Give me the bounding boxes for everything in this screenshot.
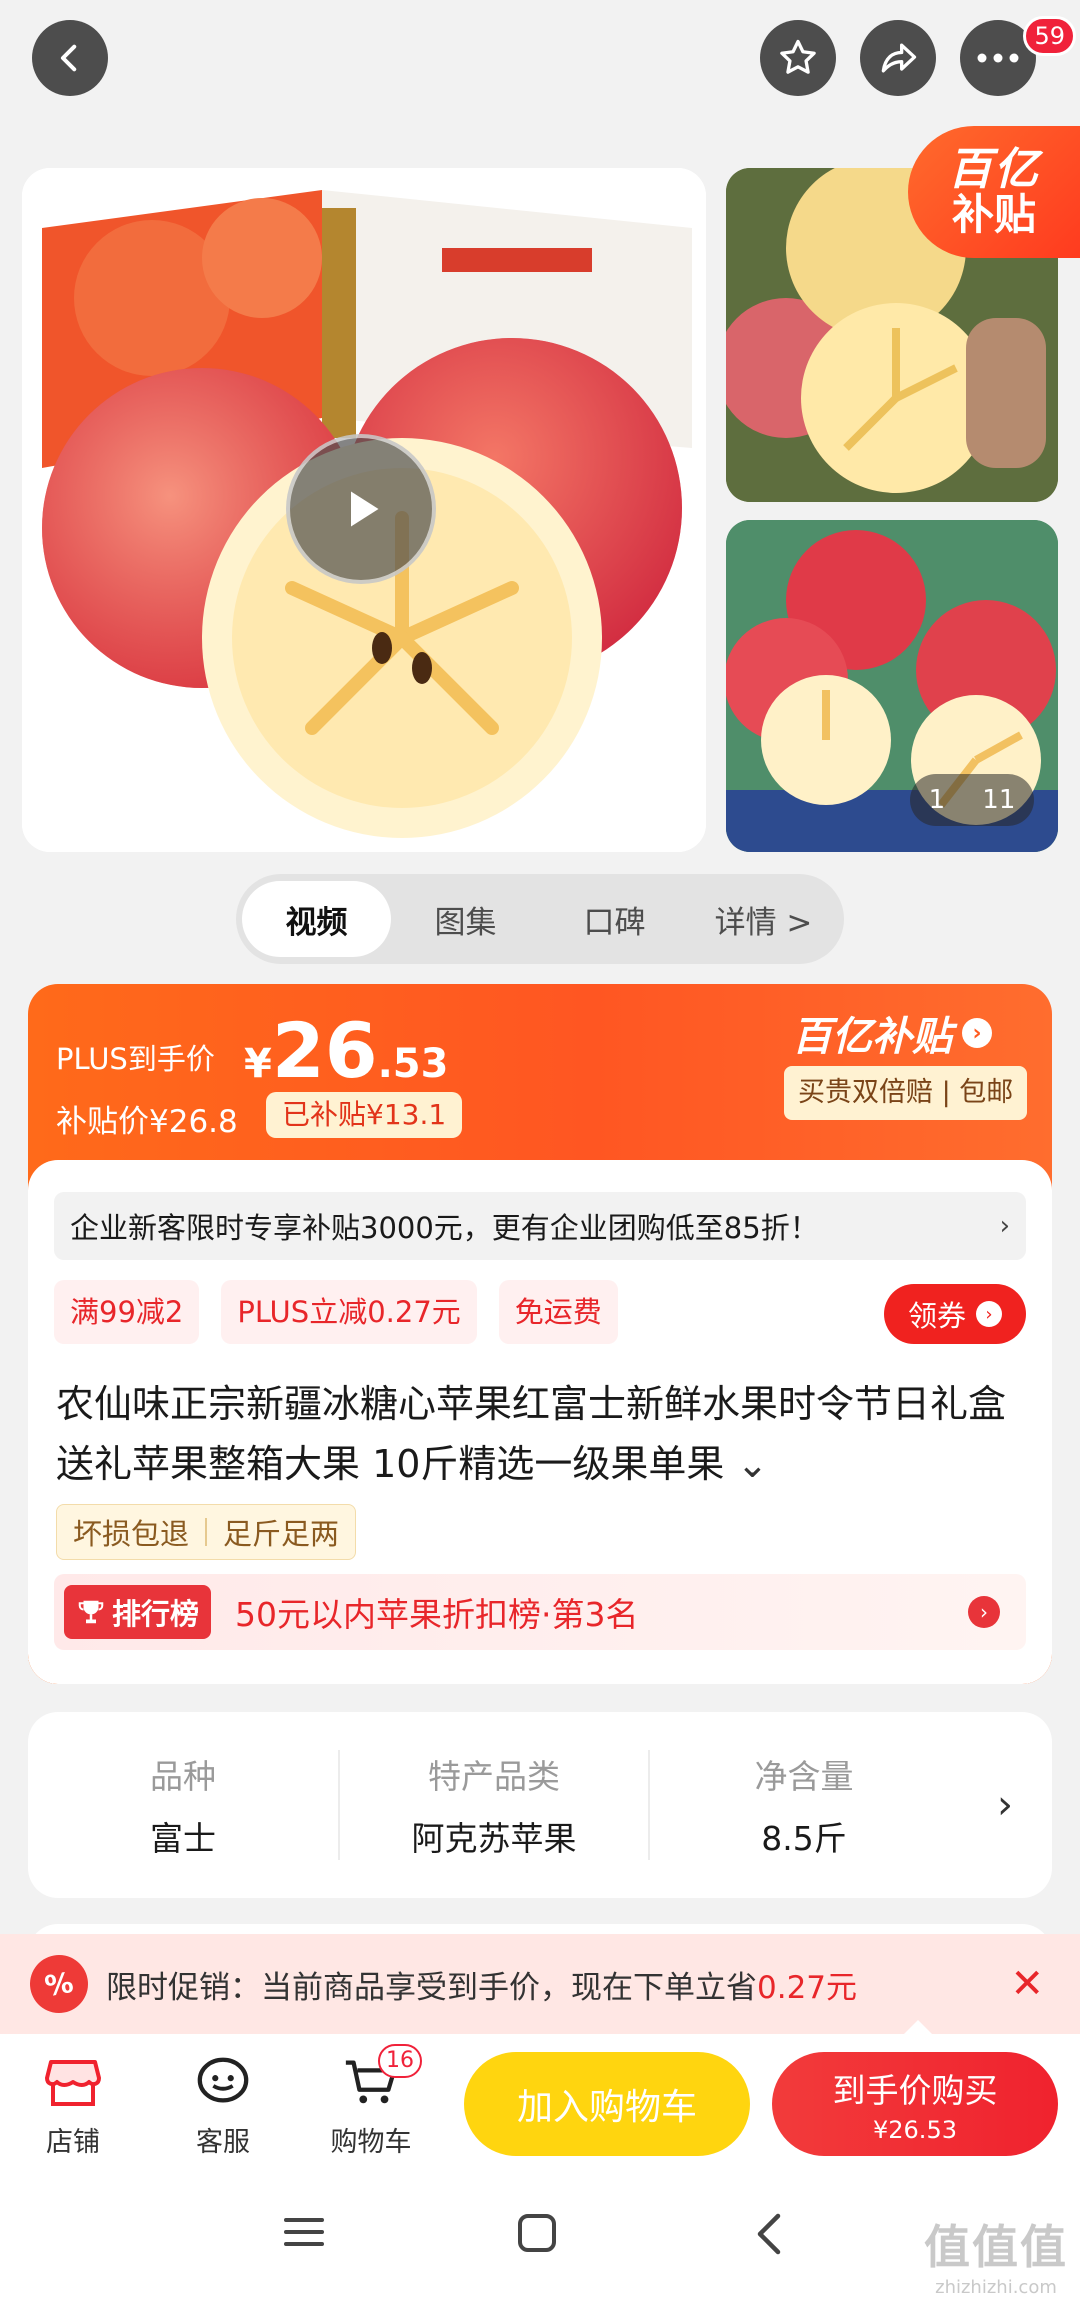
chevron-right-icon: › bbox=[999, 1211, 1010, 1241]
cart-button[interactable]: 购物车 16 bbox=[316, 2044, 426, 2159]
subsidy-corner-line1: 百亿 bbox=[948, 143, 1040, 195]
price-integer: 26 bbox=[271, 1006, 378, 1095]
bottom-action-bar: 店铺 客服 购物车 16 加入购物车 到手价购买 ¥26.53 bbox=[0, 2034, 1080, 2164]
price-decimal: .53 bbox=[377, 1041, 449, 1087]
spec-value: 8.5斤 bbox=[761, 1819, 847, 1858]
play-video-button[interactable] bbox=[286, 434, 436, 584]
notification-badge: 59 bbox=[1023, 16, 1076, 56]
subsidy-price: 补贴价¥26.8 bbox=[56, 1104, 238, 1140]
chevron-left-icon bbox=[60, 44, 77, 72]
service-full-weight: 足斤足两 bbox=[223, 1517, 340, 1551]
store-label: 店铺 bbox=[46, 2127, 100, 2158]
specs-card[interactable]: 品种 富士 特产品类 阿克苏苹果 净含量 8.5斤 › bbox=[28, 1712, 1052, 1898]
promotion-message: 限时促销：当前商品享受到手价，现在下单立省 bbox=[106, 1969, 757, 2006]
plus-price-label: PLUS到手价 bbox=[56, 1042, 215, 1076]
menu-icon[interactable] bbox=[282, 2212, 326, 2252]
product-title[interactable]: 农仙味正宗新疆冰糖心苹果红富士新鲜水果时令节日礼盒送礼苹果整箱大果 10斤精选一… bbox=[56, 1374, 1026, 1494]
billion-subsidy-logo: 百亿补贴 bbox=[792, 1014, 952, 1060]
buy-now-price: ¥26.53 bbox=[873, 2116, 957, 2144]
get-coupon-label: 领券 bbox=[907, 1299, 966, 1333]
tooltip-pointer bbox=[904, 2020, 932, 2034]
guarantee-badge: 买贵双倍赔 | 包邮 bbox=[784, 1066, 1028, 1120]
price-currency: ¥ bbox=[244, 1041, 272, 1087]
tab-details[interactable]: 详情 > bbox=[689, 881, 838, 957]
gallery-thumbnail-2[interactable]: 1 11 bbox=[726, 520, 1058, 852]
service-badges: 坏损包退 足斤足两 bbox=[56, 1504, 357, 1560]
spec-value: 阿克苏苹果 bbox=[411, 1819, 577, 1858]
store-icon bbox=[45, 2060, 101, 2106]
home-square-icon[interactable] bbox=[516, 2212, 558, 2254]
spec-category: 特产品类 阿克苏苹果 bbox=[338, 1750, 648, 1860]
trophy-icon bbox=[78, 1600, 104, 1624]
more-dots-icon bbox=[977, 53, 1019, 63]
add-to-cart-button[interactable]: 加入购物车 bbox=[464, 2052, 750, 2156]
cart-count-badge: 16 bbox=[378, 2044, 422, 2078]
chevron-right-icon: › bbox=[968, 1596, 1000, 1628]
enterprise-notice[interactable]: 企业新客限时专享补贴3000元，更有企业团购低至85折！ › bbox=[54, 1192, 1026, 1260]
system-navigation-bar bbox=[0, 2164, 1080, 2304]
chevron-right-icon: › bbox=[976, 1301, 1002, 1327]
chevron-right-icon: › bbox=[962, 1018, 992, 1048]
promotion-amount: 0.27元 bbox=[757, 1969, 858, 2006]
tab-video[interactable]: 视频 bbox=[242, 881, 391, 957]
product-info-card: 企业新客限时专享补贴3000元，更有企业团购低至85折！ › 满99减2 PLU… bbox=[28, 1160, 1052, 1684]
spec-variety: 品种 富士 bbox=[28, 1750, 338, 1860]
main-product-image[interactable] bbox=[22, 168, 706, 852]
promotion-text: 限时促销：当前商品享受到手价，现在下单立省0.27元 bbox=[106, 1962, 1010, 2007]
chevron-down-icon: ⌄ bbox=[724, 1442, 769, 1486]
enterprise-notice-text: 企业新客限时专享补贴3000元，更有企业团购低至85折！ bbox=[70, 1211, 819, 1245]
back-button[interactable] bbox=[32, 20, 108, 96]
chevron-right-icon[interactable]: › bbox=[958, 1782, 1052, 1828]
subsidy-corner-line2: 补贴 bbox=[951, 190, 1036, 240]
spec-label: 品种 bbox=[150, 1757, 216, 1796]
promotion-bar[interactable]: % 限时促销：当前商品享受到手价，现在下单立省0.27元 ✕ bbox=[0, 1934, 1080, 2034]
ranking-tag: 排行榜 bbox=[64, 1585, 212, 1639]
promo-chip-discount[interactable]: 满99减2 bbox=[54, 1280, 200, 1344]
price-card: PLUS到手价 ¥26.53 补贴价¥26.8 已补贴¥13.1 百亿补贴 › … bbox=[28, 984, 1052, 1684]
percent-icon: % bbox=[25, 1950, 93, 2018]
gallery-counter-total: 11 bbox=[982, 785, 1016, 815]
chat-face-icon bbox=[197, 2057, 249, 2103]
spec-net-weight: 净含量 8.5斤 bbox=[648, 1750, 958, 1860]
gallery-counter: 1 11 bbox=[910, 774, 1034, 826]
subsidy-corner-badge: 百亿 补贴 bbox=[908, 126, 1080, 258]
ranking-text: 50元以内苹果折扣榜·第3名 bbox=[235, 1595, 639, 1634]
cart-label: 购物车 bbox=[330, 2127, 412, 2158]
tab-reviews[interactable]: 口碑 bbox=[540, 881, 689, 957]
get-coupon-button[interactable]: 领券 › bbox=[884, 1284, 1026, 1344]
back-triangle-icon[interactable] bbox=[752, 2212, 784, 2256]
promotion-chips: 满99减2 PLUS立减0.27元 免运费 bbox=[54, 1280, 618, 1344]
promo-chip-free-shipping[interactable]: 免运费 bbox=[498, 1280, 618, 1344]
buy-now-button[interactable]: 到手价购买 ¥26.53 bbox=[772, 2052, 1058, 2156]
spec-label: 特产品类 bbox=[428, 1757, 560, 1796]
tab-gallery[interactable]: 图集 bbox=[391, 881, 540, 957]
ranking-banner[interactable]: 排行榜 50元以内苹果折扣榜·第3名 › bbox=[54, 1574, 1026, 1650]
plus-price: ¥26.53 bbox=[244, 1006, 448, 1095]
close-icon[interactable]: ✕ bbox=[1010, 1961, 1044, 2007]
buy-now-label: 到手价购买 bbox=[832, 2071, 998, 2110]
store-button[interactable]: 店铺 bbox=[18, 2054, 128, 2159]
star-icon bbox=[780, 39, 816, 74]
favorite-button[interactable] bbox=[760, 20, 836, 96]
spec-label: 净含量 bbox=[754, 1757, 854, 1796]
share-button[interactable] bbox=[860, 20, 936, 96]
service-damage-refund: 坏损包退 bbox=[73, 1517, 190, 1551]
media-tabs: 视频 图集 口碑 详情 > bbox=[236, 874, 844, 964]
ranking-tag-label: 排行榜 bbox=[112, 1597, 200, 1631]
watermark-url: zhizhizhi.com bbox=[935, 2277, 1057, 2298]
watermark-logo: 值值值 bbox=[924, 2220, 1068, 2274]
gallery-counter-current: 1 bbox=[928, 785, 946, 815]
product-title-text: 农仙味正宗新疆冰糖心苹果红富士新鲜水果时令节日礼盒送礼苹果整箱大果 10斤精选一… bbox=[56, 1382, 1007, 1486]
subsidized-amount-tag: 已补贴¥13.1 bbox=[266, 1092, 463, 1138]
customer-service-button[interactable]: 客服 bbox=[168, 2054, 278, 2159]
customer-service-label: 客服 bbox=[196, 2127, 250, 2158]
promo-chip-plus[interactable]: PLUS立减0.27元 bbox=[221, 1280, 477, 1344]
play-icon bbox=[351, 491, 379, 527]
site-watermark: 值值值 zhizhizhi.com bbox=[924, 2211, 1068, 2298]
spec-value: 富士 bbox=[150, 1819, 216, 1858]
share-icon bbox=[881, 43, 917, 73]
billion-subsidy-link[interactable]: 百亿补贴 › bbox=[792, 1004, 992, 1062]
